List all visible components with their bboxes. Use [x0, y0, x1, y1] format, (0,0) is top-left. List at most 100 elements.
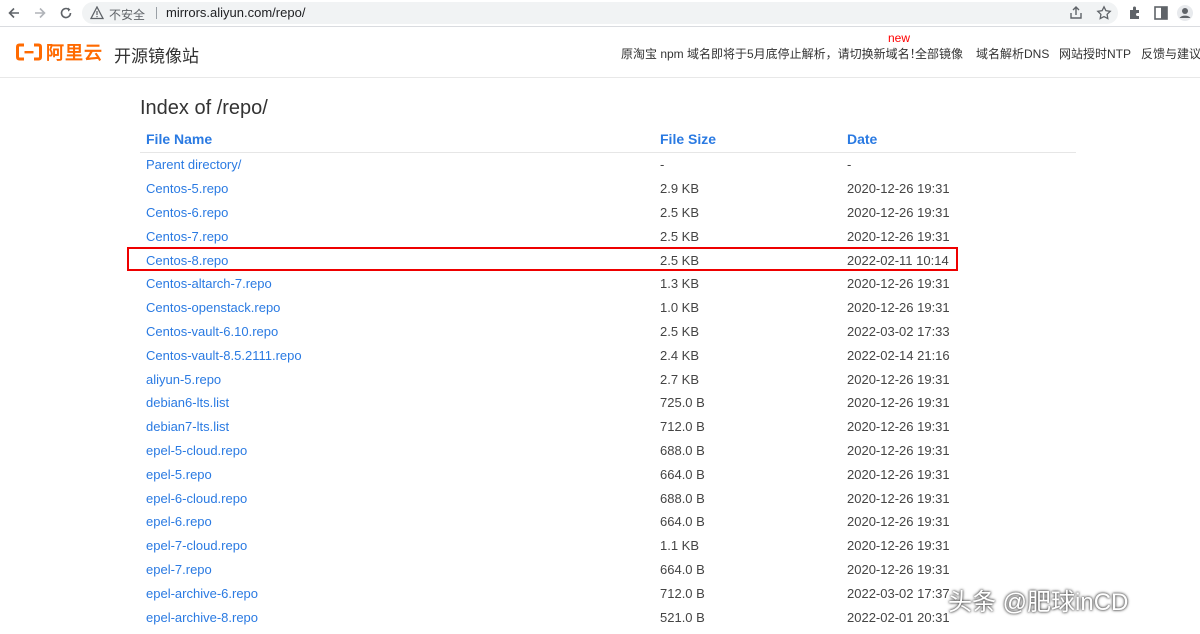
file-date-cell: 2020-12-26 19:31 [847, 181, 950, 197]
file-name-cell: Centos-8.repo [140, 248, 654, 272]
table-row: Centos-vault-6.10.repo 2.5 KB 2022-03-02 1… [140, 320, 1076, 344]
file-link[interactable]: epel-archive-6.repo [146, 586, 258, 601]
file-size-cell: 712.0 B [660, 419, 705, 435]
file-name-cell: epel-7.repo [140, 558, 654, 582]
file-link[interactable]: epel-7-cloud.repo [146, 538, 247, 553]
file-link[interactable]: aliyun-5.repo [146, 372, 221, 387]
nav-all-mirrors[interactable]: 全部镜像 [915, 45, 963, 62]
file-date-cell: 2020-12-26 19:31 [847, 371, 950, 387]
file-date-cell: 2020-12-26 19:31 [847, 538, 950, 554]
main-content: Index of /repo/ File Name File Size Date… [140, 96, 1076, 625]
new-badge: new [888, 31, 911, 45]
file-date-cell: 2020-12-26 19:31 [847, 276, 950, 292]
table-row: Centos-5.repo 2.9 KB 2020-12-26 19:31 [140, 177, 1076, 201]
security-label[interactable]: 不安全 [109, 6, 145, 23]
file-date-cell: 2020-12-26 19:31 [847, 490, 950, 506]
file-link[interactable]: Centos-5.repo [146, 181, 228, 196]
file-size-cell: 2.9 KB [660, 181, 700, 197]
file-date-cell: 2020-12-26 19:31 [847, 442, 950, 458]
bookmark-star-icon[interactable] [1096, 5, 1112, 21]
site-title: 开源镜像站 [114, 47, 199, 66]
arrow-right-icon [35, 7, 46, 19]
page-title: Index of /repo/ [140, 97, 268, 119]
file-size-cell: - [660, 157, 665, 173]
table-row: Centos-altarch-7.repo 1.3 KB 2020-12-26 19… [140, 272, 1076, 296]
file-date-cell: 2020-12-26 19:31 [847, 300, 950, 316]
file-link[interactable]: epel-5-cloud.repo [146, 443, 247, 458]
logo-text: 阿里云 [46, 43, 103, 63]
npm-domain-notice[interactable]: 原淘宝 npm 域名即将于5月底停止解析，请切换新域名！ [621, 45, 922, 62]
file-link[interactable]: Centos-altarch-7.repo [146, 276, 272, 291]
file-size-cell: 688.0 B [660, 490, 705, 506]
file-name-cell: Centos-7.repo [140, 224, 654, 248]
aliyun-logo[interactable]: 阿里云 [16, 41, 103, 63]
file-size-cell: 664.0 B [660, 466, 705, 482]
header-file-name[interactable]: File Name [140, 126, 654, 153]
table-row: Centos-8.repo 2.5 KB 2022-02-11 10:14 [140, 248, 1076, 272]
table-row: Centos-7.repo 2.5 KB 2020-12-26 19:31 [140, 224, 1076, 248]
file-link[interactable]: Centos-6.repo [146, 205, 228, 220]
forward-button[interactable] [30, 3, 50, 23]
nav-dns[interactable]: 域名解析DNS [976, 45, 1049, 62]
watermark: 头条 @肥球inCD [948, 589, 1129, 616]
file-link[interactable]: Centos-vault-8.5.2111.repo [146, 348, 302, 363]
file-link[interactable]: epel-7.repo [146, 562, 212, 577]
file-name-cell: Parent directory/ [140, 153, 654, 177]
file-link[interactable]: debian7-lts.list [146, 419, 229, 434]
file-link[interactable]: Centos-vault-6.10.repo [146, 324, 278, 339]
file-size-cell: 725.0 B [660, 395, 705, 411]
file-link[interactable]: Centos-8.repo [146, 253, 228, 268]
header-file-size[interactable]: File Size [654, 126, 841, 153]
file-link[interactable]: epel-5.repo [146, 467, 212, 482]
header-date[interactable]: Date [841, 126, 1076, 153]
table-row: epel-archive-6.repo 712.0 B 2022-03-02 17:… [140, 581, 1076, 605]
profile-avatar-icon[interactable] [1176, 4, 1194, 22]
file-size-cell: 521.0 B [660, 609, 705, 625]
table-row: epel-7-cloud.repo 1.1 KB 2020-12-26 19:31 [140, 534, 1076, 558]
aliyun-logo-icon [16, 43, 42, 61]
table-row: epel-6-cloud.repo 688.0 B 2020-12-26 19:31 [140, 486, 1076, 510]
reload-button[interactable] [56, 3, 76, 23]
table-row: Centos-vault-8.5.2111.repo 2.4 KB 2022-02-… [140, 343, 1076, 367]
file-size-cell: 1.0 KB [660, 300, 700, 316]
file-name-cell: Centos-6.repo [140, 201, 654, 225]
file-name-cell: epel-6-cloud.repo [140, 486, 654, 510]
url-text[interactable]: mirrors.aliyun.com/repo/ [166, 5, 305, 20]
table-row: debian6-lts.list 725.0 B 2020-12-26 19:31 [140, 391, 1076, 415]
address-separator [156, 7, 157, 19]
table-row: epel-archive-8.repo 521.0 B 2022-02-01 20:… [140, 605, 1076, 629]
file-link[interactable]: epel-6.repo [146, 514, 212, 529]
file-link[interactable]: Centos-openstack.repo [146, 300, 280, 315]
file-size-cell: 2.5 KB [660, 252, 700, 268]
share-icon[interactable] [1068, 5, 1084, 21]
file-link[interactable]: Centos-7.repo [146, 229, 228, 244]
file-name-cell: Centos-vault-8.5.2111.repo [140, 343, 654, 367]
file-date-cell: 2020-12-26 19:31 [847, 561, 950, 577]
side-panel-icon[interactable] [1152, 4, 1170, 22]
file-date-cell: 2022-02-14 21:16 [847, 347, 950, 363]
file-name-cell: epel-7-cloud.repo [140, 534, 654, 558]
file-name-cell: epel-archive-6.repo [140, 581, 654, 605]
file-link[interactable]: epel-6-cloud.repo [146, 491, 247, 506]
file-size-cell: 2.5 KB [660, 323, 700, 339]
file-size-cell: 712.0 B [660, 585, 705, 601]
extensions-puzzle-icon[interactable] [1126, 4, 1144, 22]
table-row: epel-7.repo 664.0 B 2020-12-26 19:31 [140, 558, 1076, 582]
file-size-cell: 1.1 KB [660, 538, 700, 554]
file-date-cell: 2020-12-26 19:31 [847, 466, 950, 482]
file-size-cell: 2.4 KB [660, 347, 700, 363]
address-bar[interactable]: 不安全 mirrors.aliyun.com/repo/ [82, 2, 1118, 24]
file-name-cell: Centos-openstack.repo [140, 296, 654, 320]
file-name-cell: epel-5-cloud.repo [140, 439, 654, 463]
file-date-cell: 2022-02-11 10:14 [847, 252, 949, 268]
browser-toolbar: 不安全 mirrors.aliyun.com/repo/ [0, 0, 1200, 27]
back-button[interactable] [4, 3, 24, 23]
nav-feedback[interactable]: 反馈与建议 [1141, 45, 1200, 62]
file-date-cell: - [847, 157, 852, 173]
file-size-cell: 664.0 B [660, 514, 705, 530]
file-link[interactable]: debian6-lts.list [146, 395, 229, 410]
file-link[interactable]: Parent directory/ [146, 157, 241, 172]
nav-ntp[interactable]: 网站授时NTP [1059, 45, 1131, 62]
file-link[interactable]: epel-archive-8.repo [146, 610, 258, 625]
file-size-cell: 1.3 KB [660, 276, 700, 292]
